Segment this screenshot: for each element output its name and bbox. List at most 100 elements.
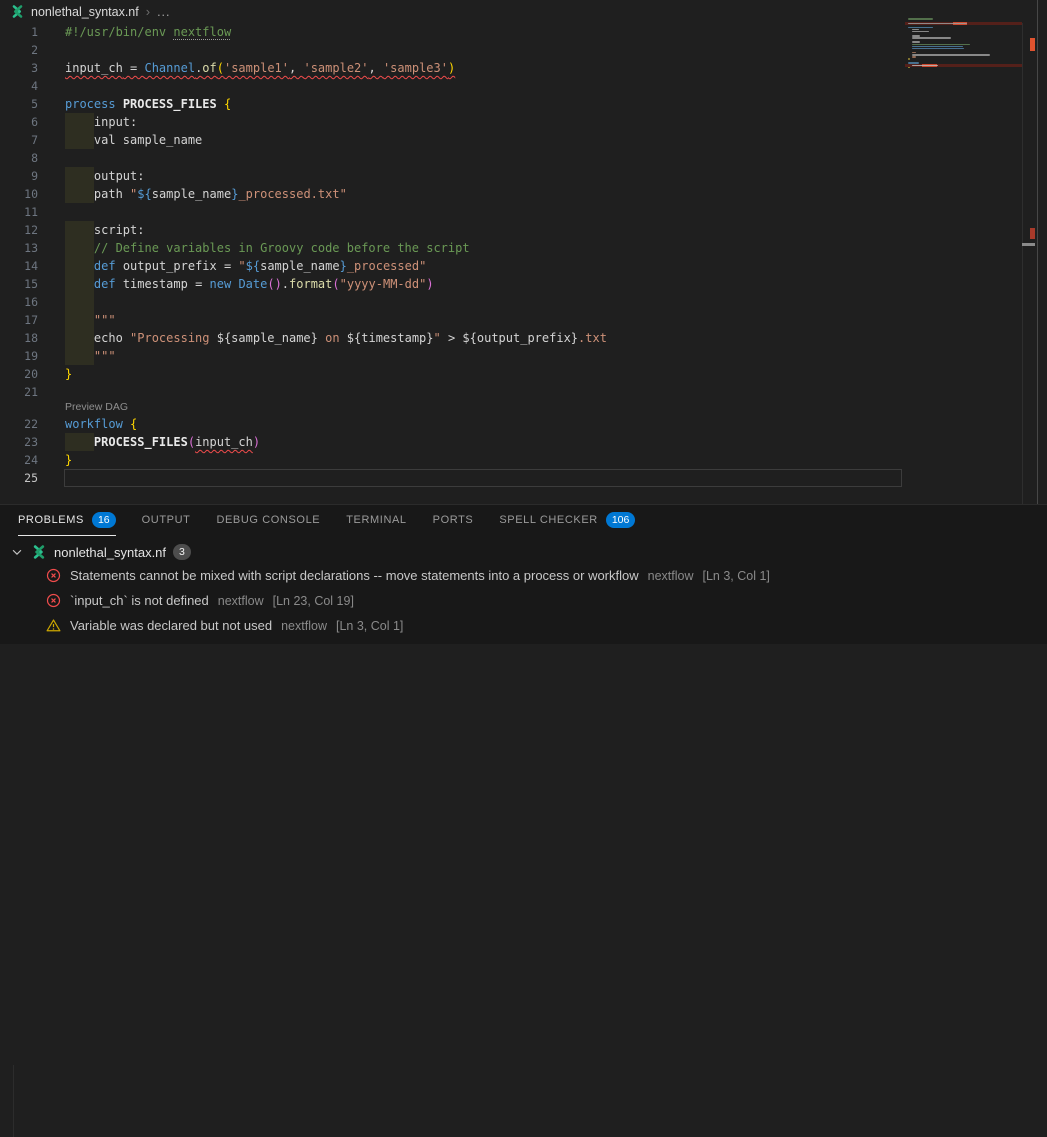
line-text: process PROCESS_FILES { [65,95,231,113]
code-line-10[interactable]: 10 path "${sample_name}_processed.txt" [0,185,1022,203]
code-token [65,295,94,309]
line-number-18[interactable]: 18 [0,329,38,347]
problems-file-group[interactable]: nonlethal_syntax.nf 3 [0,541,1047,563]
line-number-12[interactable]: 12 [0,221,38,239]
code-line-7[interactable]: 7 val sample_name [0,131,1022,149]
code-line-14[interactable]: 14 def output_prefix = "${sample_name}_p… [0,257,1022,275]
code-line-23[interactable]: 23 PROCESS_FILES(input_ch) [0,433,1022,451]
line-number-1[interactable]: 1 [0,23,38,41]
code-line-6[interactable]: 6 input: [0,113,1022,131]
breadcrumb-filename: nonlethal_syntax.nf [31,5,139,19]
line-text: """ [65,347,116,365]
code-line-15[interactable]: 15 def timestamp = new Date().format("yy… [0,275,1022,293]
line-number-24[interactable]: 24 [0,451,38,469]
code-line-11[interactable]: 11 [0,203,1022,221]
code-token: input_ch [195,435,253,449]
line-number-23[interactable]: 23 [0,433,38,451]
line-number-15[interactable]: 15 [0,275,38,293]
problems-file-count-badge: 3 [173,544,191,561]
code-line-19[interactable]: 19 """ [0,347,1022,365]
code-line-17[interactable]: 17 """ [0,311,1022,329]
minimap-line [908,18,933,20]
code-line-9[interactable]: 9 output: [0,167,1022,185]
code-line-12[interactable]: 12 script: [0,221,1022,239]
line-number-21[interactable]: 21 [0,383,38,401]
code-line-18[interactable]: 18 echo "Processing ${sample_name} on ${… [0,329,1022,347]
nextflow-icon [10,4,25,19]
line-number-6[interactable]: 6 [0,113,38,131]
minimap-line [908,23,967,25]
code-token: path [65,187,130,201]
code-line-2[interactable]: 2 [0,41,1022,59]
line-number-9[interactable]: 9 [0,167,38,185]
line-number-8[interactable]: 8 [0,149,38,167]
error-icon [46,568,61,583]
minimap-line [912,54,990,56]
panel-tab-terminal[interactable]: TERMINAL [346,505,406,536]
minimap[interactable] [905,0,1022,505]
problem-row[interactable]: Statements cannot be mixed with script d… [0,563,1047,588]
code-editor[interactable]: 1#!/usr/bin/env nextflow23input_ch = Cha… [0,23,1047,505]
code-token: = [123,61,145,75]
panel-tab-output[interactable]: OUTPUT [142,505,191,536]
code-token: workflow [65,417,123,431]
code-token: process [65,97,116,111]
line-number-16[interactable]: 16 [0,293,38,311]
code-line-5[interactable]: 5 process PROCESS_FILES { [0,95,1022,113]
line-number-11[interactable]: 11 [0,203,38,221]
code-line-24[interactable]: 24} [0,451,1022,469]
chevron-down-icon[interactable] [10,545,24,559]
problem-source: nextflow [281,619,327,633]
code-token: } [65,453,72,467]
overview-ruler-cursor-marker [1022,243,1035,246]
code-line-8[interactable]: 8 [0,149,1022,167]
code-line-4[interactable]: 4 [0,77,1022,95]
line-number-25[interactable]: 25 [0,469,38,487]
line-text: workflow { [65,415,137,433]
code-line-21[interactable]: 21 [0,383,1022,401]
problem-location: [Ln 23, Col 19] [273,594,354,608]
panel-tab-debug-console[interactable]: DEBUG CONSOLE [216,505,320,536]
vscode-window: { "colors":{"error":"#f14c4c","warning":… [0,0,1047,644]
code-line-13[interactable]: 13 // Define variables in Groovy code be… [0,239,1022,257]
line-number-22[interactable]: 22 [0,415,38,433]
line-number-2[interactable]: 2 [0,41,38,59]
line-number-7[interactable]: 7 [0,131,38,149]
problem-row[interactable]: `input_ch` is not definednextflow[Ln 23,… [0,588,1047,613]
code-line-22[interactable]: 22 workflow { [0,415,1022,433]
panel-tab-ports[interactable]: PORTS [433,505,474,536]
line-text: script: [65,221,144,239]
line-number-4[interactable]: 4 [0,77,38,95]
code-token: 'sample1' [224,61,289,75]
code-line-16[interactable]: 16 [0,293,1022,311]
code-line-3[interactable]: 3input_ch = Channel.of('sample1', 'sampl… [0,59,1022,77]
breadcrumb-file-item[interactable]: nonlethal_syntax.nf [10,4,139,19]
minimap-line [912,44,969,46]
panel-tab-spell-checker[interactable]: SPELL CHECKER106 [499,505,635,536]
code-line-1[interactable]: 1#!/usr/bin/env nextflow [0,23,1022,41]
problem-message: `input_ch` is not defined [70,593,209,608]
code-line-25[interactable]: 25 [0,469,1022,487]
breadcrumb: nonlethal_syntax.nf › ... [0,0,1047,23]
problem-row[interactable]: Variable was declared but not usednextfl… [0,613,1047,638]
code-token: "Processing [130,331,217,345]
line-number-5[interactable]: 5 [0,95,38,113]
line-number-19[interactable]: 19 [0,347,38,365]
breadcrumb-more[interactable]: ... [157,5,170,19]
code-token: def [94,277,116,291]
code-token: format [289,277,332,291]
code-token: , [289,61,303,75]
code-token: () [267,277,281,291]
line-number-10[interactable]: 10 [0,185,38,203]
breadcrumb-separator-icon: › [146,5,150,18]
code-line-20[interactable]: 20} [0,365,1022,383]
line-number-17[interactable]: 17 [0,311,38,329]
line-number-3[interactable]: 3 [0,59,38,77]
code-token: Date [238,277,267,291]
codelens-preview-dag[interactable]: Preview DAG [65,401,128,415]
line-number-13[interactable]: 13 [0,239,38,257]
line-number-20[interactable]: 20 [0,365,38,383]
line-number-14[interactable]: 14 [0,257,38,275]
panel-tab-problems[interactable]: PROBLEMS16 [18,505,116,536]
code-token: nextflow [173,25,231,39]
